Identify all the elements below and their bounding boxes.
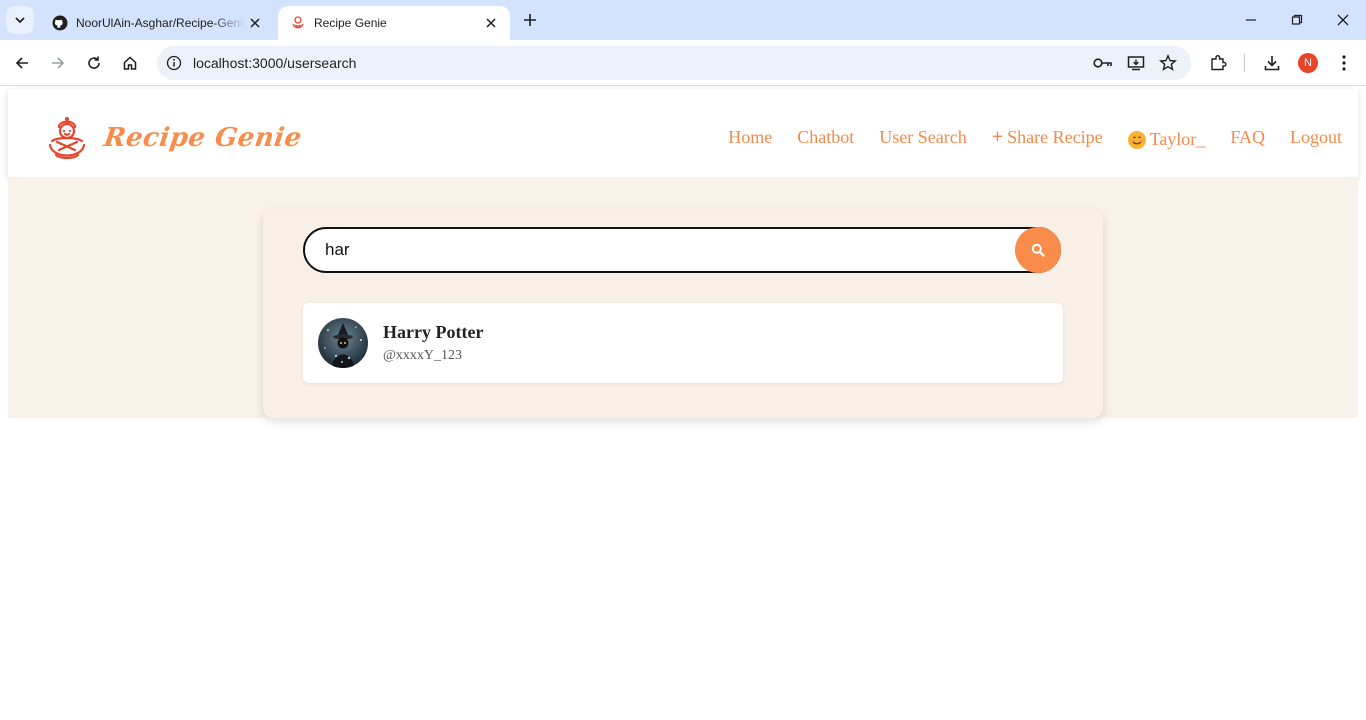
arrow-left-icon — [15, 57, 28, 69]
plus-icon — [524, 14, 536, 26]
forward-button[interactable] — [44, 49, 72, 77]
search-icon — [1031, 243, 1045, 257]
user-result-handle: @xxxxY_123 — [383, 348, 463, 363]
browser-tab-strip: NoorUlAin-Asghar/Recipe-Genie Recipe Gen… — [0, 0, 1366, 40]
search-button[interactable] — [1015, 227, 1061, 273]
extensions-icon[interactable] — [1207, 52, 1229, 74]
bookmark-star-icon[interactable] — [1158, 53, 1178, 73]
nav-links: Home Chatbot User Search + Share Recipe … — [703, 125, 1342, 150]
minimize-button[interactable] — [1228, 0, 1274, 40]
browser-toolbar: localhost:3000/usersearch — [0, 40, 1366, 86]
chevron-down-icon — [15, 17, 25, 24]
toolbar-divider — [1244, 54, 1245, 72]
tab-title: NoorUlAin-Asghar/Recipe-Genie — [76, 16, 246, 30]
web-page: Recipe Genie Home Chatbot User Search + … — [0, 87, 1366, 720]
home-button[interactable] — [116, 49, 144, 77]
nav-share-recipe-link[interactable]: + Share Recipe — [992, 126, 1103, 149]
nav-home-link[interactable]: Home — [728, 127, 772, 148]
back-button[interactable] — [8, 49, 36, 77]
user-avatar — [318, 318, 368, 368]
install-app-icon[interactable] — [1126, 53, 1146, 73]
reload-icon — [88, 56, 100, 69]
tab-recipe-genie[interactable]: Recipe Genie — [278, 6, 510, 40]
address-bar[interactable]: localhost:3000/usersearch — [157, 46, 1191, 80]
close-tab-icon[interactable] — [482, 14, 500, 32]
nav-chatbot-link[interactable]: Chatbot — [797, 127, 854, 148]
site-info-icon[interactable] — [165, 54, 183, 72]
kebab-menu-icon[interactable] — [1333, 52, 1355, 74]
share-recipe-label: Share Recipe — [1007, 127, 1103, 147]
profile-username: Taylor_ — [1149, 129, 1206, 149]
arrow-right-icon — [52, 57, 65, 69]
search-bar — [303, 227, 1061, 273]
password-key-icon[interactable] — [1093, 53, 1113, 73]
smiley-emoji-icon — [1127, 130, 1146, 149]
user-search-input[interactable] — [325, 239, 1005, 261]
downloads-icon[interactable] — [1261, 52, 1283, 74]
tab-title: Recipe Genie — [314, 16, 387, 30]
new-tab-button[interactable] — [518, 8, 542, 32]
restore-icon — [1291, 14, 1303, 25]
site-navbar: Recipe Genie Home Chatbot User Search + … — [8, 89, 1358, 177]
nav-logout-link[interactable]: Logout — [1290, 127, 1342, 148]
user-result-item[interactable]: Harry Potter @xxxxY_123 — [303, 303, 1063, 383]
github-icon — [52, 15, 68, 31]
nav-faq-link[interactable]: FAQ — [1230, 127, 1265, 148]
brand-logo-link[interactable]: Recipe Genie — [44, 115, 304, 161]
tab-github[interactable]: NoorUlAin-Asghar/Recipe-Genie — [40, 6, 274, 40]
tab-search-button[interactable] — [6, 6, 34, 34]
user-result-name: Harry Potter — [383, 322, 484, 342]
close-window-button[interactable] — [1320, 0, 1366, 40]
close-tab-icon[interactable] — [246, 14, 264, 32]
user-search-card: Harry Potter @xxxxY_123 — [263, 209, 1103, 418]
profile-avatar[interactable]: N — [1298, 53, 1318, 73]
reload-button[interactable] — [80, 49, 108, 77]
close-icon — [1337, 14, 1349, 26]
minimize-icon — [1246, 19, 1256, 21]
recipe-genie-icon — [290, 15, 306, 31]
home-icon — [123, 56, 137, 70]
plus-icon: + — [991, 126, 1004, 148]
brand-name: Recipe Genie — [101, 123, 304, 153]
nav-user-search-link[interactable]: User Search — [879, 127, 966, 148]
genie-logo-icon — [48, 117, 86, 160]
nav-profile-link[interactable]: Taylor_ — [1127, 129, 1206, 150]
restore-button[interactable] — [1274, 0, 1320, 40]
profile-initial: N — [1304, 57, 1312, 69]
url-text: localhost:3000/usersearch — [193, 55, 357, 71]
